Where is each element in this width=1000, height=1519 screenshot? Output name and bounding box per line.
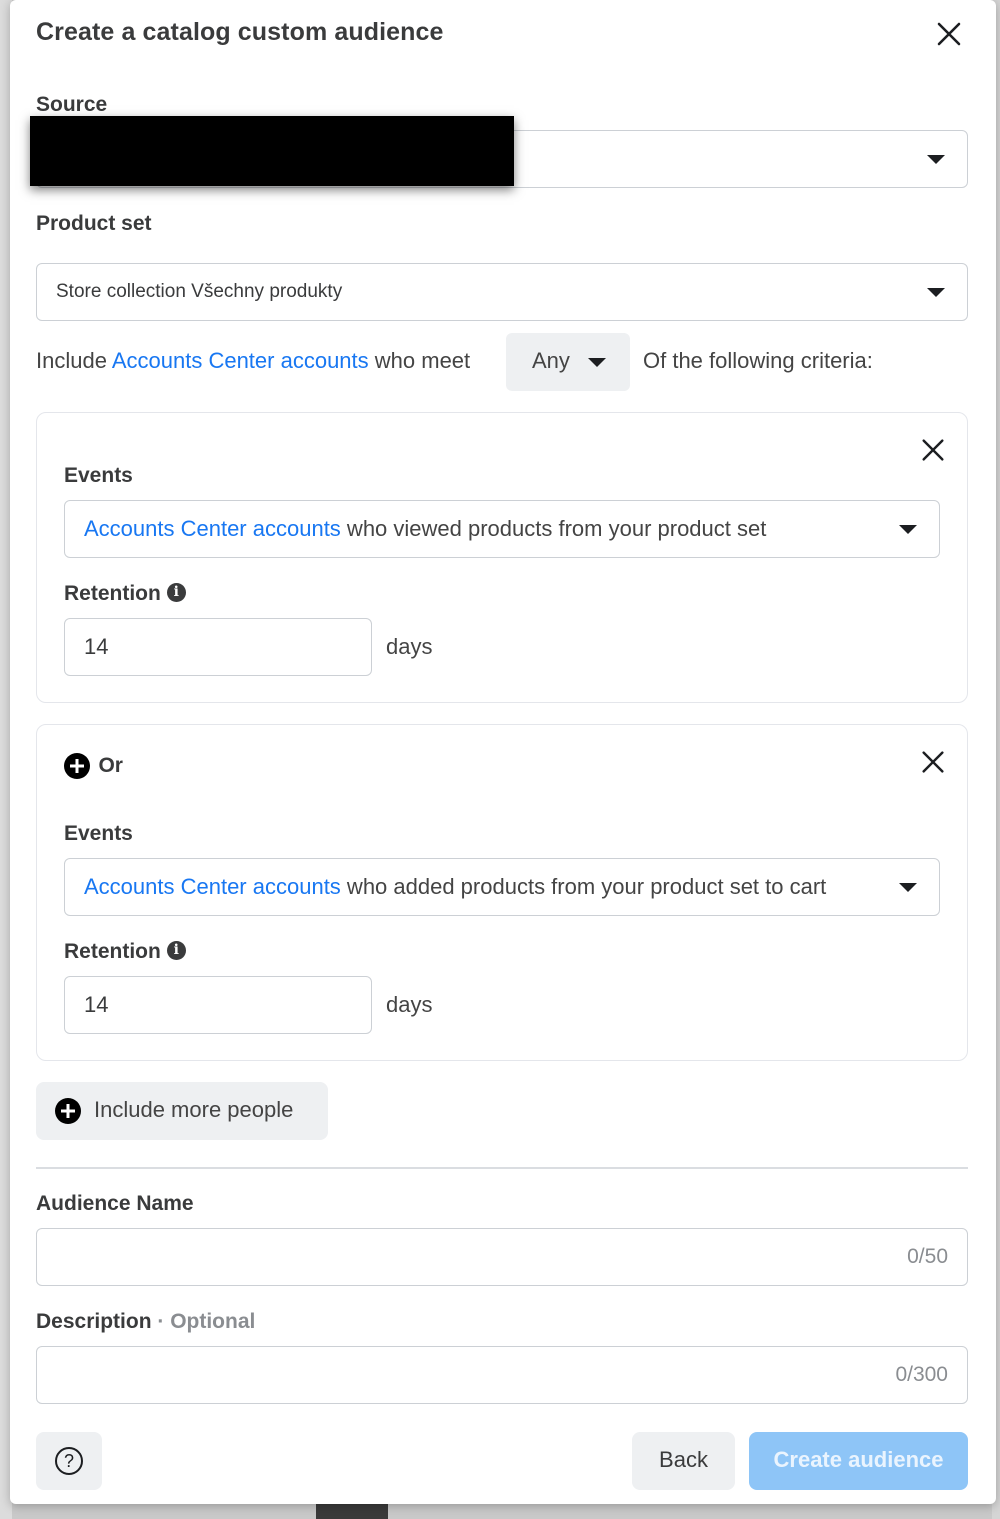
catalog-audience-dialog: Create a catalog custom audience Source …: [10, 0, 996, 1504]
caret-down-icon: [899, 525, 917, 534]
remove-criteria-button[interactable]: [919, 436, 947, 464]
create-audience-label: Create audience: [773, 1447, 944, 1472]
source-label: Source: [36, 93, 108, 116]
event-description: who added products from your product set…: [340, 874, 827, 899]
event-accounts-link: Accounts Center accounts: [84, 516, 341, 541]
description-input[interactable]: 0/300: [36, 1346, 968, 1404]
help-button[interactable]: ?: [36, 1432, 102, 1490]
include-more-label: Include more people: [94, 1097, 294, 1122]
info-icon[interactable]: i: [166, 582, 186, 602]
close-icon: [922, 751, 944, 773]
criteria-suffix: Of the following criteria:: [643, 348, 873, 373]
retention-label-text: Retention: [64, 940, 161, 963]
events-label: Events: [64, 464, 133, 487]
audience-name-input[interactable]: 0/50: [36, 1228, 968, 1286]
plus-circle-icon: [64, 753, 90, 779]
or-heading: Or: [64, 753, 123, 779]
events-select[interactable]: Accounts Center accounts who viewed prod…: [64, 500, 940, 558]
retention-value: 14: [84, 634, 109, 659]
retention-unit: days: [386, 992, 433, 1017]
question-circle-icon: ?: [55, 1447, 83, 1475]
audience-name-counter: 0/50: [907, 1245, 948, 1268]
criteria-card-1: Events Accounts Center accounts who view…: [36, 412, 968, 703]
section-divider: [36, 1167, 968, 1169]
event-value: Accounts Center accounts who viewed prod…: [84, 516, 766, 542]
back-label: Back: [659, 1447, 708, 1472]
remove-criteria-button[interactable]: [919, 748, 947, 776]
close-icon: [937, 22, 961, 46]
retention-input[interactable]: 14: [64, 976, 372, 1034]
retention-label: Retention i: [64, 582, 186, 606]
close-dialog-button[interactable]: [934, 19, 964, 49]
event-value: Accounts Center accounts who added produ…: [84, 874, 826, 900]
accounts-center-link[interactable]: Accounts Center accounts: [112, 348, 369, 373]
dialog-title: Create a catalog custom audience: [36, 18, 444, 46]
include-middle: who meet: [368, 348, 471, 373]
criteria-card-2: Or Events Accounts Center accounts who a…: [36, 724, 968, 1061]
match-any-value: Any: [532, 348, 570, 373]
caret-down-icon: [899, 883, 917, 892]
caret-down-icon: [927, 155, 945, 164]
product-set-select[interactable]: Store collection Všechny produkty: [36, 263, 968, 321]
description-counter: 0/300: [895, 1363, 948, 1386]
redacted-source-value: [30, 116, 514, 186]
events-select[interactable]: Accounts Center accounts who added produ…: [64, 858, 940, 916]
caret-down-icon: [927, 288, 945, 297]
include-more-people-button[interactable]: Include more people: [36, 1082, 328, 1140]
event-accounts-link: Accounts Center accounts: [84, 874, 341, 899]
retention-value: 14: [84, 992, 109, 1017]
product-set-label: Product set: [36, 212, 152, 235]
event-description: who viewed products from your product se…: [340, 516, 767, 541]
retention-label-text: Retention: [64, 582, 161, 605]
match-any-dropdown[interactable]: Any: [506, 333, 630, 391]
description-optional: · Optional: [151, 1310, 256, 1333]
or-label: Or: [98, 754, 123, 777]
product-set-value: Store collection Všechny produkty: [56, 281, 343, 302]
retention-label: Retention i: [64, 940, 186, 964]
retention-input[interactable]: 14: [64, 618, 372, 676]
audience-name-label: Audience Name: [36, 1192, 194, 1215]
retention-unit: days: [386, 634, 433, 659]
plus-circle-icon: [55, 1098, 81, 1124]
events-label: Events: [64, 822, 133, 845]
close-icon: [922, 439, 944, 461]
back-button[interactable]: Back: [632, 1432, 735, 1490]
info-icon[interactable]: i: [166, 940, 186, 960]
create-audience-button[interactable]: Create audience: [749, 1432, 968, 1490]
description-label: Description · Optional: [36, 1310, 255, 1334]
description-label-text: Description: [36, 1310, 152, 1333]
caret-down-icon: [588, 358, 606, 367]
include-criteria-text: Include Accounts Center accounts who mee…: [36, 348, 470, 374]
include-prefix: Include: [36, 348, 112, 373]
